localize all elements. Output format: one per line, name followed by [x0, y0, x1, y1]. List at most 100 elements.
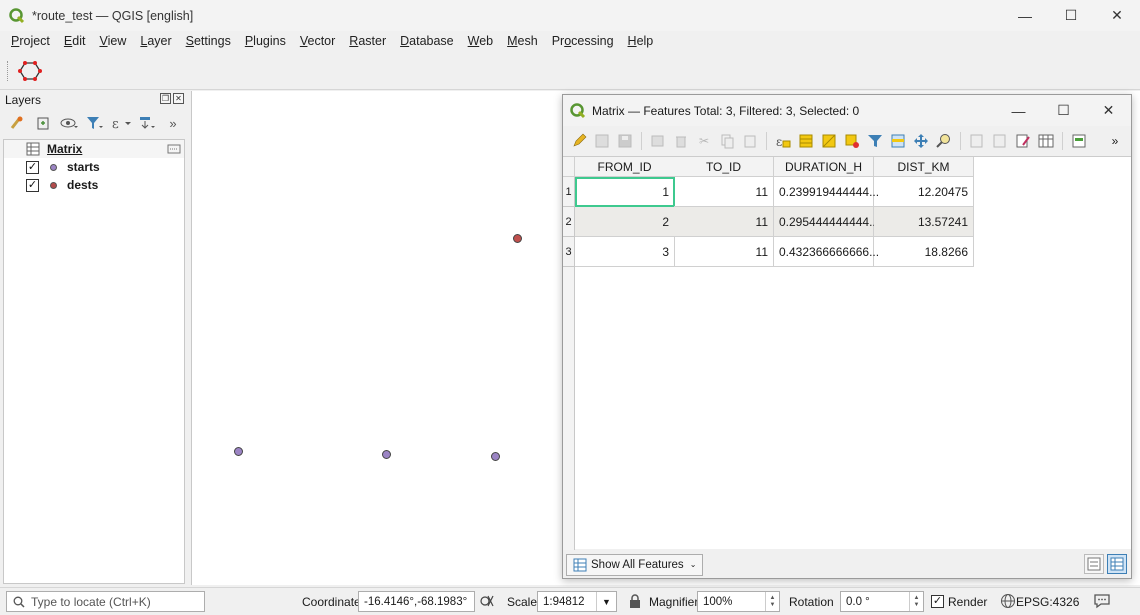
menu-processing[interactable]: Processing	[545, 34, 621, 48]
pan-to-selection-icon[interactable]	[911, 131, 931, 151]
zoom-to-selection-icon[interactable]	[934, 131, 954, 151]
attr-maximize-button[interactable]: ☐	[1041, 95, 1086, 126]
delete-field-icon[interactable]	[990, 131, 1010, 151]
table-cell-to-id[interactable]: 11	[674, 237, 774, 267]
conditional-formatting-icon[interactable]	[1069, 131, 1089, 151]
add-feature-icon[interactable]	[648, 131, 668, 151]
lock-icon[interactable]	[627, 593, 643, 609]
layer-item-dests[interactable]: ✓ dests	[4, 176, 184, 194]
add-group-icon[interactable]	[33, 113, 53, 133]
crs-label[interactable]: EPSG:4326	[1016, 595, 1079, 609]
select-by-expression-icon[interactable]: ε	[773, 131, 793, 151]
form-view-button[interactable]	[1084, 554, 1104, 574]
minimize-button[interactable]: —	[1002, 0, 1048, 31]
attr-close-button[interactable]: ✕	[1086, 95, 1131, 126]
float-panel-icon[interactable]: ❐	[160, 93, 171, 104]
toolbar-grip[interactable]	[7, 61, 9, 81]
magnifier-spinbox[interactable]: 100% ▲ ▼	[697, 591, 780, 612]
table-cell-from-id[interactable]: 2	[575, 207, 675, 237]
menu-project[interactable]: Project	[4, 34, 57, 48]
multi-edit-icon[interactable]	[592, 131, 612, 151]
close-button[interactable]: ✕	[1094, 0, 1140, 31]
column-header-duration-h[interactable]: DURATION_H	[774, 157, 874, 177]
map-point-starts[interactable]	[234, 447, 243, 456]
table-cell-duration-h[interactable]: 0.295444444444...	[774, 207, 879, 237]
table-view-button[interactable]	[1107, 554, 1127, 574]
menu-mesh[interactable]: Mesh	[500, 34, 545, 48]
messages-icon[interactable]	[1093, 593, 1111, 609]
table-cell-from-id[interactable]: 3	[575, 237, 675, 267]
invert-selection-icon[interactable]	[819, 131, 839, 151]
new-field-icon[interactable]	[967, 131, 987, 151]
layer-item-starts[interactable]: ✓ starts	[4, 158, 184, 176]
table-cell-duration-h[interactable]: 0.432366666666...	[774, 237, 879, 267]
spin-arrows-icon[interactable]: ▲ ▼	[909, 592, 923, 611]
row-header[interactable]: 1	[563, 177, 575, 207]
select-all-icon[interactable]	[796, 131, 816, 151]
coordinate-field[interactable]: -16.4146°,-68.1983°	[358, 591, 475, 612]
field-calculator-icon[interactable]	[1036, 131, 1056, 151]
table-cell-duration-h[interactable]: 0.239919444444...	[774, 177, 879, 207]
table-cell-dist-km[interactable]: 18.8266	[874, 237, 974, 267]
layer-visibility-checkbox-starts[interactable]: ✓	[26, 160, 39, 174]
more-tools-icon[interactable]: »	[1105, 131, 1125, 151]
column-header-from-id[interactable]: FROM_ID	[575, 157, 675, 177]
maximize-button[interactable]: ☐	[1048, 0, 1094, 31]
table-cell-dist-km[interactable]: 13.57241	[874, 207, 974, 237]
table-cell-from-id[interactable]: 1	[575, 177, 675, 207]
table-cell-dist-km[interactable]: 12.20475	[874, 177, 974, 207]
menu-web[interactable]: Web	[461, 34, 500, 48]
filter-expression-icon[interactable]: ε	[111, 113, 131, 133]
move-selection-top-icon[interactable]	[888, 131, 908, 151]
menu-settings[interactable]: Settings	[179, 34, 238, 48]
filter-selected-icon[interactable]	[865, 131, 885, 151]
toggle-editing-icon[interactable]	[569, 131, 589, 151]
menu-edit[interactable]: Edit	[57, 34, 93, 48]
render-checkbox[interactable]: ✓	[931, 595, 944, 608]
locator-search-input[interactable]: Type to locate (Ctrl+K)	[6, 591, 205, 612]
scale-combobox[interactable]: 1:94812 ▼	[537, 591, 617, 612]
cut-icon[interactable]: ✂	[694, 131, 714, 151]
save-edits-icon[interactable]	[615, 131, 635, 151]
globe-icon[interactable]	[1000, 593, 1016, 609]
paste-icon[interactable]	[740, 131, 760, 151]
layer-group-matrix[interactable]: Matrix	[4, 140, 184, 158]
table-cell-to-id[interactable]: 11	[674, 207, 774, 237]
table-cell-to-id[interactable]: 11	[674, 177, 774, 207]
deselect-all-icon[interactable]	[842, 131, 862, 151]
delete-feature-icon[interactable]	[671, 131, 691, 151]
visibility-eye-icon[interactable]	[59, 113, 79, 133]
attr-minimize-button[interactable]: —	[996, 95, 1041, 126]
map-point-starts[interactable]	[382, 450, 391, 459]
toggle-extents-icon[interactable]	[479, 593, 495, 609]
menu-raster[interactable]: Raster	[342, 34, 393, 48]
rotation-spinbox[interactable]: 0.0 ° ▲ ▼	[840, 591, 924, 612]
chevron-down-icon[interactable]: ▼	[596, 592, 616, 611]
show-all-features-button[interactable]: Show All Features ⌄	[566, 553, 704, 576]
edit-form-icon[interactable]	[1013, 131, 1033, 151]
menu-view[interactable]: View	[92, 34, 133, 48]
row-header[interactable]: 2	[563, 207, 575, 237]
close-panel-icon[interactable]: ✕	[173, 93, 184, 104]
digitize-polygon-icon[interactable]	[18, 60, 42, 82]
attribute-table-grid[interactable]: FROM_ID TO_ID DURATION_H DIST_KM 1 1 11 0.23991…	[563, 156, 1131, 550]
copy-icon[interactable]	[717, 131, 737, 151]
filter-legend-icon[interactable]	[85, 113, 105, 133]
column-header-dist-km[interactable]: DIST_KM	[874, 157, 974, 177]
map-point-dests[interactable]	[513, 234, 522, 243]
table-corner[interactable]	[563, 157, 575, 177]
more-tools-icon[interactable]: »	[163, 113, 183, 133]
menu-vector[interactable]: Vector	[293, 34, 342, 48]
map-point-starts[interactable]	[491, 452, 500, 461]
menu-plugins[interactable]: Plugins	[238, 34, 293, 48]
layers-panel: Layers ❐ ✕ ε » Matrix ✓ starts ✓ dests	[0, 91, 186, 585]
row-header[interactable]: 3	[563, 237, 575, 267]
style-manager-icon[interactable]	[7, 113, 27, 133]
layer-visibility-checkbox-dests[interactable]: ✓	[26, 178, 39, 192]
menu-database[interactable]: Database	[393, 34, 461, 48]
menu-layer[interactable]: Layer	[133, 34, 178, 48]
column-header-to-id[interactable]: TO_ID	[674, 157, 774, 177]
expand-all-icon[interactable]	[137, 113, 157, 133]
menu-help[interactable]: Help	[621, 34, 661, 48]
spin-arrows-icon[interactable]: ▲ ▼	[765, 592, 779, 611]
